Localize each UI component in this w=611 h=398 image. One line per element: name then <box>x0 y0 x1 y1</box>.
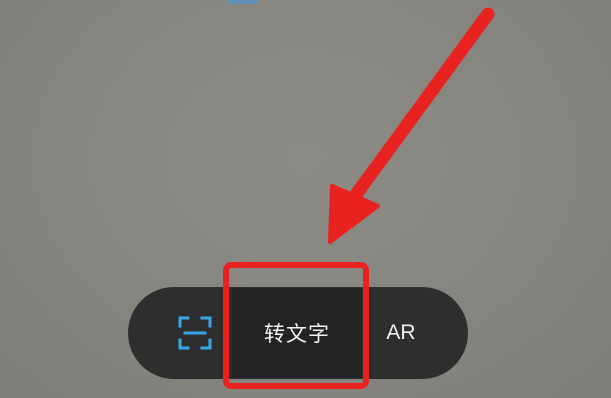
scan-mode-button[interactable] <box>160 305 230 361</box>
scan-icon <box>178 316 212 350</box>
partial-blue-element <box>228 0 258 4</box>
ar-tab[interactable]: AR <box>366 305 436 361</box>
to-text-tab[interactable]: 转文字 <box>232 288 362 378</box>
ar-label: AR <box>386 321 416 344</box>
to-text-label: 转文字 <box>264 322 330 346</box>
